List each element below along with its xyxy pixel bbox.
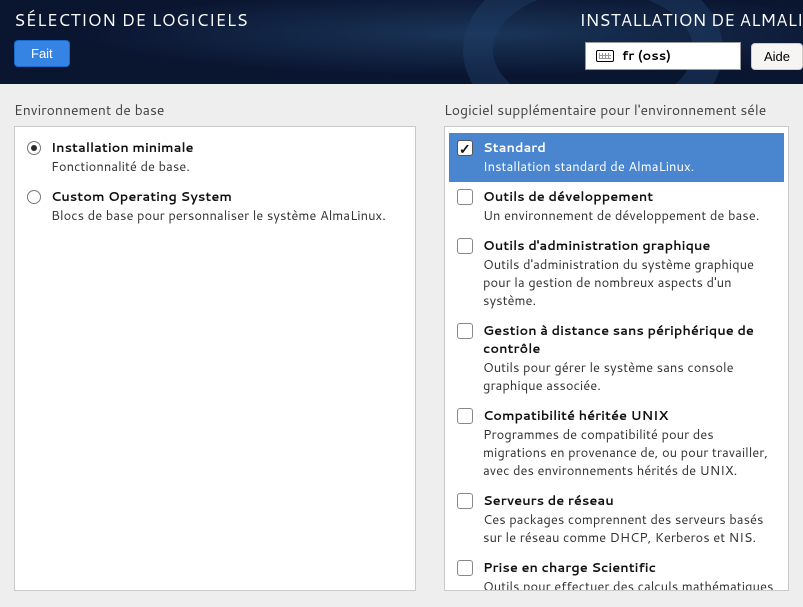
option-description: Fonctionnalité de base. [51, 158, 194, 176]
option-text: Prise en charge ScientificOutils pour ef… [483, 559, 776, 591]
option-title: Installation minimale [51, 139, 194, 157]
addon-option[interactable]: Gestion à distance sans périphérique de … [449, 316, 784, 401]
option-text: StandardInstallation standard de AlmaLin… [483, 139, 694, 176]
option-title: Serveurs de réseau [483, 492, 776, 510]
option-description: Ces packages comprennent des serveurs ba… [483, 511, 776, 547]
checkbox[interactable] [457, 493, 473, 509]
option-text: Serveurs de réseauCes packages comprenne… [483, 492, 776, 547]
option-title: Custom Operating System [51, 188, 386, 206]
option-text: Outils d'administration graphiqueOutils … [483, 237, 776, 310]
radio-button[interactable] [27, 190, 41, 204]
option-text: Outils de développementUn environnement … [483, 188, 759, 225]
option-description: Blocs de base pour personnaliser le syst… [51, 207, 386, 225]
addon-list[interactable]: StandardInstallation standard de AlmaLin… [444, 126, 789, 591]
base-environment-list[interactable]: Installation minimaleFonctionnalité de b… [14, 126, 416, 591]
option-description: Un environnement de développement de bas… [483, 207, 759, 225]
keyboard-icon [596, 50, 614, 62]
checkbox[interactable] [457, 323, 473, 339]
addon-option[interactable]: Compatibilité héritée UNIXProgrammes de … [449, 401, 784, 486]
addon-heading: Logiciel supplémentaire pour l'environne… [444, 100, 789, 120]
header-right-controls: fr (oss) Aide [585, 42, 803, 70]
help-button[interactable]: Aide [751, 43, 803, 70]
option-title: Outils de développement [483, 188, 759, 206]
installer-title: INSTALLATION DE ALMALI [579, 8, 803, 32]
keyboard-layout-label: fr (oss) [622, 47, 671, 65]
header: SÉLECTION DE LOGICIELS INSTALLATION DE A… [0, 0, 803, 84]
environment-option[interactable]: Installation minimaleFonctionnalité de b… [19, 133, 411, 182]
option-text: Custom Operating SystemBlocs de base pou… [51, 188, 386, 225]
option-description: Installation standard de AlmaLinux. [483, 158, 694, 176]
base-environment-column: Environnement de base Installation minim… [0, 100, 430, 591]
option-text: Installation minimaleFonctionnalité de b… [51, 139, 194, 176]
option-title: Gestion à distance sans périphérique de … [483, 322, 776, 358]
addon-option[interactable]: Prise en charge ScientificOutils pour ef… [449, 553, 784, 591]
option-title: Compatibilité héritée UNIX [483, 407, 776, 425]
option-text: Gestion à distance sans périphérique de … [483, 322, 776, 395]
done-button[interactable]: Fait [14, 40, 70, 67]
checkbox[interactable] [457, 189, 473, 205]
addon-option[interactable]: Outils de développementUn environnement … [449, 182, 784, 231]
option-description: Outils pour effectuer des calculs mathém… [483, 578, 776, 591]
checkbox[interactable] [457, 560, 473, 576]
addon-column: Logiciel supplémentaire pour l'environne… [430, 100, 803, 591]
addon-option[interactable]: Serveurs de réseauCes packages comprenne… [449, 486, 784, 553]
checkbox[interactable] [457, 140, 473, 156]
option-description: Outils pour gérer le système sans consol… [483, 359, 776, 395]
environment-option[interactable]: Custom Operating SystemBlocs de base pou… [19, 182, 411, 231]
checkbox[interactable] [457, 408, 473, 424]
base-environment-heading: Environnement de base [14, 100, 416, 120]
addon-option[interactable]: Outils d'administration graphiqueOutils … [449, 231, 784, 316]
option-text: Compatibilité héritée UNIXProgrammes de … [483, 407, 776, 480]
radio-button[interactable] [27, 141, 41, 155]
option-description: Programmes de compatibilité pour des mig… [483, 426, 776, 480]
option-title: Prise en charge Scientific [483, 559, 776, 577]
option-title: Outils d'administration graphique [483, 237, 776, 255]
keyboard-layout-indicator[interactable]: fr (oss) [585, 42, 741, 70]
content: Environnement de base Installation minim… [0, 84, 803, 607]
option-description: Outils d'administration du système graph… [483, 256, 776, 310]
addon-option[interactable]: StandardInstallation standard de AlmaLin… [449, 133, 784, 182]
checkbox[interactable] [457, 238, 473, 254]
option-title: Standard [483, 139, 694, 157]
